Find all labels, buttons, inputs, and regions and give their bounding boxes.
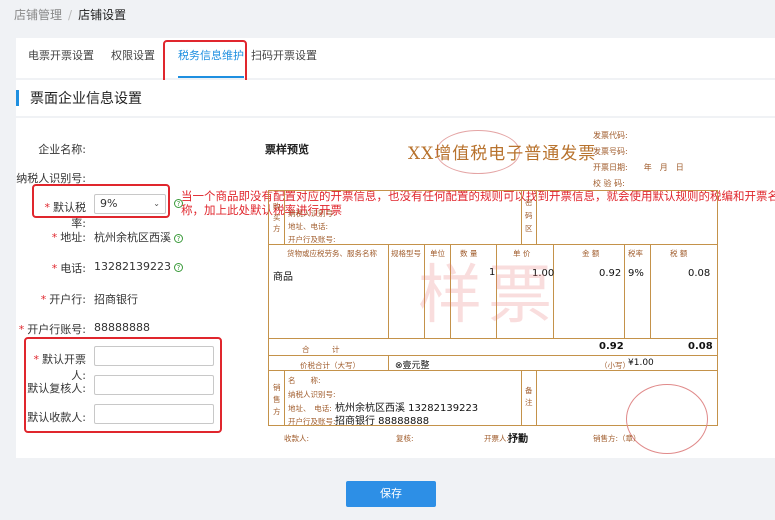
tab-e-invoice[interactable]: 电票开票设置 (28, 38, 94, 78)
save-button[interactable]: 保存 (346, 481, 436, 507)
seller-bank: 招商银行 88888888 (335, 416, 430, 427)
address-label: * 地址: (51, 231, 86, 244)
help-icon[interactable]: ? (173, 262, 183, 272)
highlight-tab (163, 40, 247, 84)
phone-label: * 电话: (51, 262, 86, 275)
section-title: 票面企业信息设置 (30, 91, 142, 107)
breadcrumb-parent[interactable]: 店铺管理 (14, 8, 62, 22)
tab-permissions[interactable]: 权限设置 (111, 38, 155, 78)
total-amount: 0.92 (599, 341, 624, 352)
invoice-meta: 发票代码: 发票号码: 开票日期: 年 月 日校 验 码: (593, 131, 684, 188)
tab-bar: 电票开票设置 权限设置 税务信息维护 扫码开票设置 (16, 38, 775, 78)
remark-label: 备注 (525, 386, 533, 407)
total-tax: 0.08 (688, 341, 713, 352)
preview-label: 票样预览 (265, 143, 309, 156)
sample-watermark: 样票 (418, 259, 558, 333)
tab-scan-invoice[interactable]: 扫码开票设置 (251, 38, 317, 78)
breadcrumb: 店铺管理 / 店铺设置 (14, 8, 127, 22)
company-label: 企业名称: (38, 143, 86, 156)
section-header: 票面企业信息设置 (16, 80, 775, 116)
bank-value: 招商银行 (94, 293, 138, 306)
highlight-people (24, 337, 222, 433)
drawer-name: 抒勤 (508, 434, 528, 445)
account-label: * 开户行账号: (18, 323, 86, 336)
account-value: 88888888 (94, 321, 150, 334)
section-accent-bar (16, 90, 19, 106)
help-icon[interactable]: ? (174, 233, 183, 243)
password-area-label: 密码区 (525, 198, 533, 233)
phone-value: 13282139223? (94, 260, 183, 273)
sum-lower: ¥1.00 (628, 358, 654, 368)
item-name: 商品 (273, 272, 293, 283)
item-rate: 9% (628, 268, 644, 279)
item-tax: 0.08 (688, 268, 711, 279)
bank-label: * 开户行: (40, 293, 86, 306)
seller-side-label: 销售方 (273, 383, 281, 416)
breadcrumb-current: 店铺设置 (78, 8, 127, 22)
invoice-title: XX增值税电子普通发票 (408, 144, 597, 164)
address-value: 杭州余杭区西溪? (94, 229, 183, 245)
buyer-side-label: 购买方 (273, 202, 281, 233)
item-amount: 0.92 (599, 268, 622, 279)
highlight-rate (32, 184, 170, 218)
sum-upper: ⊗壹元整 (395, 361, 430, 371)
